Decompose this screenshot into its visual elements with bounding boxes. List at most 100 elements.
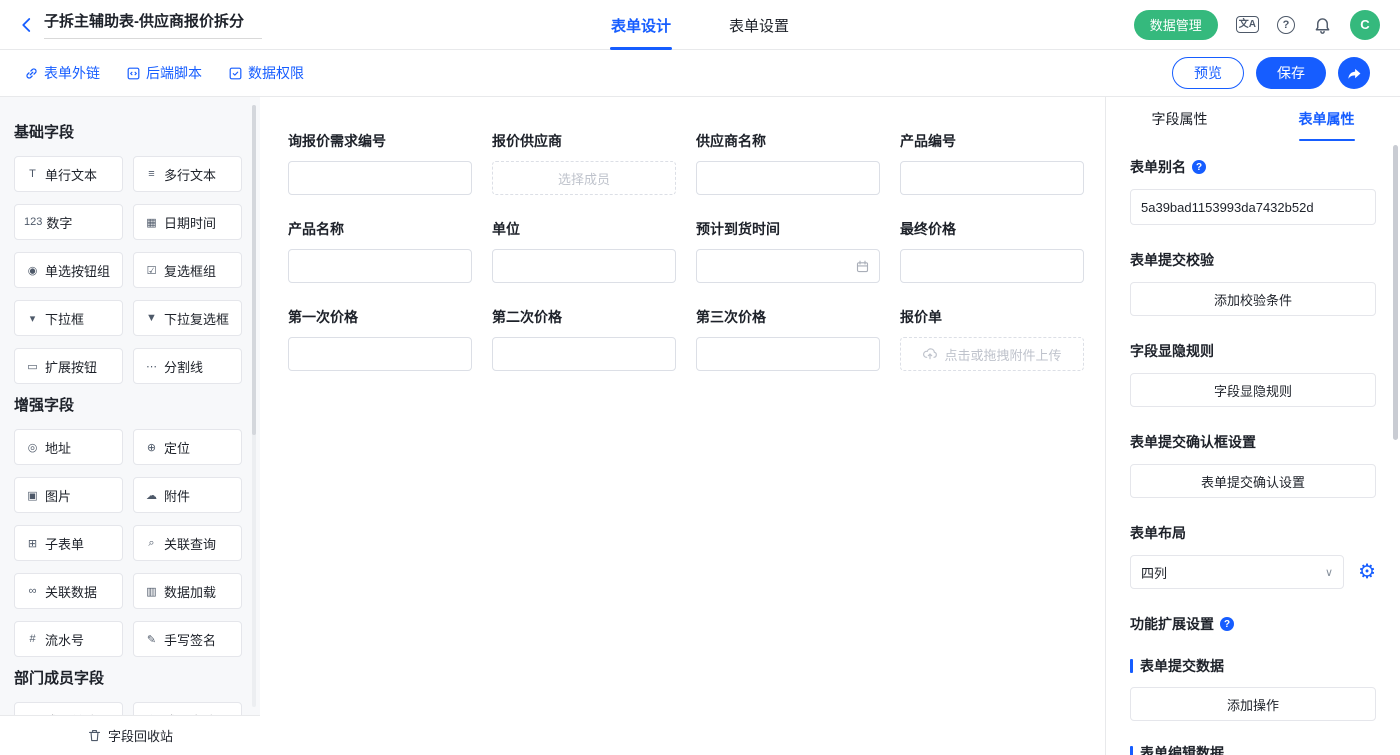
field-type-item[interactable]: ◎ 地址 (14, 429, 123, 465)
field-type-item[interactable]: # 流水号 (14, 621, 123, 657)
form-field[interactable]: 供应商名称 (696, 131, 880, 195)
tab-form-properties[interactable]: 表单属性 (1253, 97, 1400, 141)
text-input[interactable] (696, 161, 880, 195)
back-chevron-icon (18, 16, 36, 34)
panel-subsection-title: 表单提交数据 (1130, 656, 1376, 676)
field-type-item[interactable]: ☑ 复选框组 (133, 252, 242, 288)
field-type-item[interactable]: ▭ 扩展按钮 (14, 348, 123, 384)
field-type-item[interactable]: ⌕ 关联查询 (133, 525, 242, 561)
date-input[interactable] (696, 249, 880, 283)
user-avatar[interactable]: C (1350, 10, 1380, 40)
form-field[interactable]: 询报价需求编号 (288, 131, 472, 195)
form-field[interactable]: 第一次价格 (288, 307, 472, 371)
back-button[interactable] (18, 16, 36, 34)
field-type-label: 图片 (45, 486, 71, 505)
form-field[interactable]: 报价供应商 选择成员 (492, 131, 676, 195)
field-type-item[interactable]: ⊞ 子表单 (14, 525, 123, 561)
form-design-canvas[interactable]: 询报价需求编号 报价供应商 选择成员 供应商名称 产品编号 产品名称 (260, 97, 1105, 755)
field-type-label: 单行文本 (45, 165, 97, 184)
share-arrow-icon (1347, 66, 1362, 81)
panel-action-button[interactable]: 添加校验条件 (1130, 282, 1376, 316)
bell-icon[interactable] (1313, 15, 1332, 34)
data-permission-link[interactable]: 数据权限 (228, 63, 304, 83)
field-type-icon: ▣ (24, 489, 41, 502)
sidebar-section-title: 增强字段 (14, 394, 242, 415)
field-type-item[interactable]: ⋯ 分割线 (133, 348, 242, 384)
layout-select[interactable]: 四列 ∨ (1130, 555, 1344, 589)
panel-action-button[interactable]: 字段显隐规则 (1130, 373, 1376, 407)
field-type-icon: ⋯ (143, 360, 160, 373)
field-type-icon: ◉ (24, 264, 41, 277)
form-field[interactable]: 预计到货时间 (696, 219, 880, 283)
help-badge-icon[interactable] (1220, 617, 1234, 631)
form-field[interactable]: 第二次价格 (492, 307, 676, 371)
save-button[interactable]: 保存 (1256, 57, 1326, 89)
field-type-label: 定位 (164, 438, 190, 457)
text-input[interactable] (696, 337, 880, 371)
field-recycle-bin[interactable]: 字段回收站 (0, 715, 260, 755)
sidebar-section-title: 部门成员字段 (14, 667, 242, 688)
text-input[interactable] (288, 161, 472, 195)
backend-script-link[interactable]: 后端脚本 (126, 63, 202, 83)
form-field[interactable]: 单位 (492, 219, 676, 283)
field-type-label: 数字 (46, 213, 72, 232)
form-field[interactable]: 最终价格 (900, 219, 1084, 283)
text-input[interactable] (288, 249, 472, 283)
member-select-input[interactable]: 选择成员 (492, 161, 676, 195)
field-type-icon: ☁ (143, 489, 160, 502)
permission-icon (228, 66, 243, 81)
field-type-label: 关联查询 (164, 534, 216, 553)
tab-field-properties[interactable]: 字段属性 (1106, 97, 1253, 141)
field-type-item[interactable]: 众 成员多选 (133, 702, 242, 715)
field-type-label: 关联数据 (45, 582, 97, 601)
data-manage-button[interactable]: 数据管理 (1134, 10, 1218, 40)
translate-icon[interactable]: 文A (1236, 16, 1259, 33)
form-alias-input[interactable] (1130, 189, 1376, 225)
form-field[interactable]: 报价单 点击或拖拽附件上传 (900, 307, 1084, 371)
panel-action-button[interactable]: 表单提交确认设置 (1130, 464, 1376, 498)
panel-action-button[interactable]: 添加操作 (1130, 687, 1376, 721)
field-type-item[interactable]: ▼ 下拉复选框 (133, 300, 242, 336)
field-type-icon: ▼ (143, 312, 160, 324)
trash-icon (87, 728, 102, 743)
field-type-item[interactable]: ✎ 手写签名 (133, 621, 242, 657)
field-type-item[interactable]: 123 数字 (14, 204, 123, 240)
help-icon[interactable]: ? (1277, 16, 1295, 34)
tab-form-settings[interactable]: 表单设置 (729, 0, 789, 50)
field-type-item[interactable]: ≡ 多行文本 (133, 156, 242, 192)
preview-button[interactable]: 预览 (1172, 57, 1244, 89)
field-type-item[interactable]: ◉ 单选按钮组 (14, 252, 123, 288)
panel-scrollbar-thumb[interactable] (1393, 145, 1398, 440)
field-type-icon: ≡ (143, 168, 160, 180)
field-type-item[interactable]: ⊕ 定位 (133, 429, 242, 465)
text-input[interactable] (288, 337, 472, 371)
text-input[interactable] (900, 249, 1084, 283)
link-icon (24, 66, 39, 81)
help-badge-icon[interactable] (1192, 160, 1206, 174)
field-type-label: 子表单 (45, 534, 84, 553)
field-type-item[interactable]: ▣ 图片 (14, 477, 123, 513)
attachment-upload-input[interactable]: 点击或拖拽附件上传 (900, 337, 1084, 371)
text-input[interactable] (492, 249, 676, 283)
form-external-link[interactable]: 表单外链 (24, 63, 100, 83)
field-type-icon: ▦ (143, 216, 160, 229)
tab-form-design[interactable]: 表单设计 (611, 0, 671, 50)
form-field[interactable]: 产品名称 (288, 219, 472, 283)
field-type-item[interactable]: ▦ 日期时间 (133, 204, 242, 240)
field-type-item[interactable]: ▥ 数据加载 (133, 573, 242, 609)
layout-gear-icon[interactable]: ⚙ (1358, 562, 1376, 582)
field-type-item[interactable]: ∞ 关联数据 (14, 573, 123, 609)
sidebar-scrollbar-thumb[interactable] (252, 105, 256, 435)
form-field[interactable]: 第三次价格 (696, 307, 880, 371)
field-type-item[interactable]: T 单行文本 (14, 156, 123, 192)
field-type-label: 附件 (164, 486, 190, 505)
text-input[interactable] (492, 337, 676, 371)
form-title-input[interactable]: 子拆主辅助表-供应商报价拆分 (44, 10, 262, 39)
field-type-item[interactable]: 人 成员单选 (14, 702, 123, 715)
enhanced-fields-grid: ◎ 地址 ⊕ 定位 ▣ 图片 ☁ 附件 (14, 429, 242, 657)
form-field[interactable]: 产品编号 (900, 131, 1084, 195)
field-type-item[interactable]: ▾ 下拉框 (14, 300, 123, 336)
field-type-item[interactable]: ☁ 附件 (133, 477, 242, 513)
text-input[interactable] (900, 161, 1084, 195)
share-button[interactable] (1338, 57, 1370, 89)
